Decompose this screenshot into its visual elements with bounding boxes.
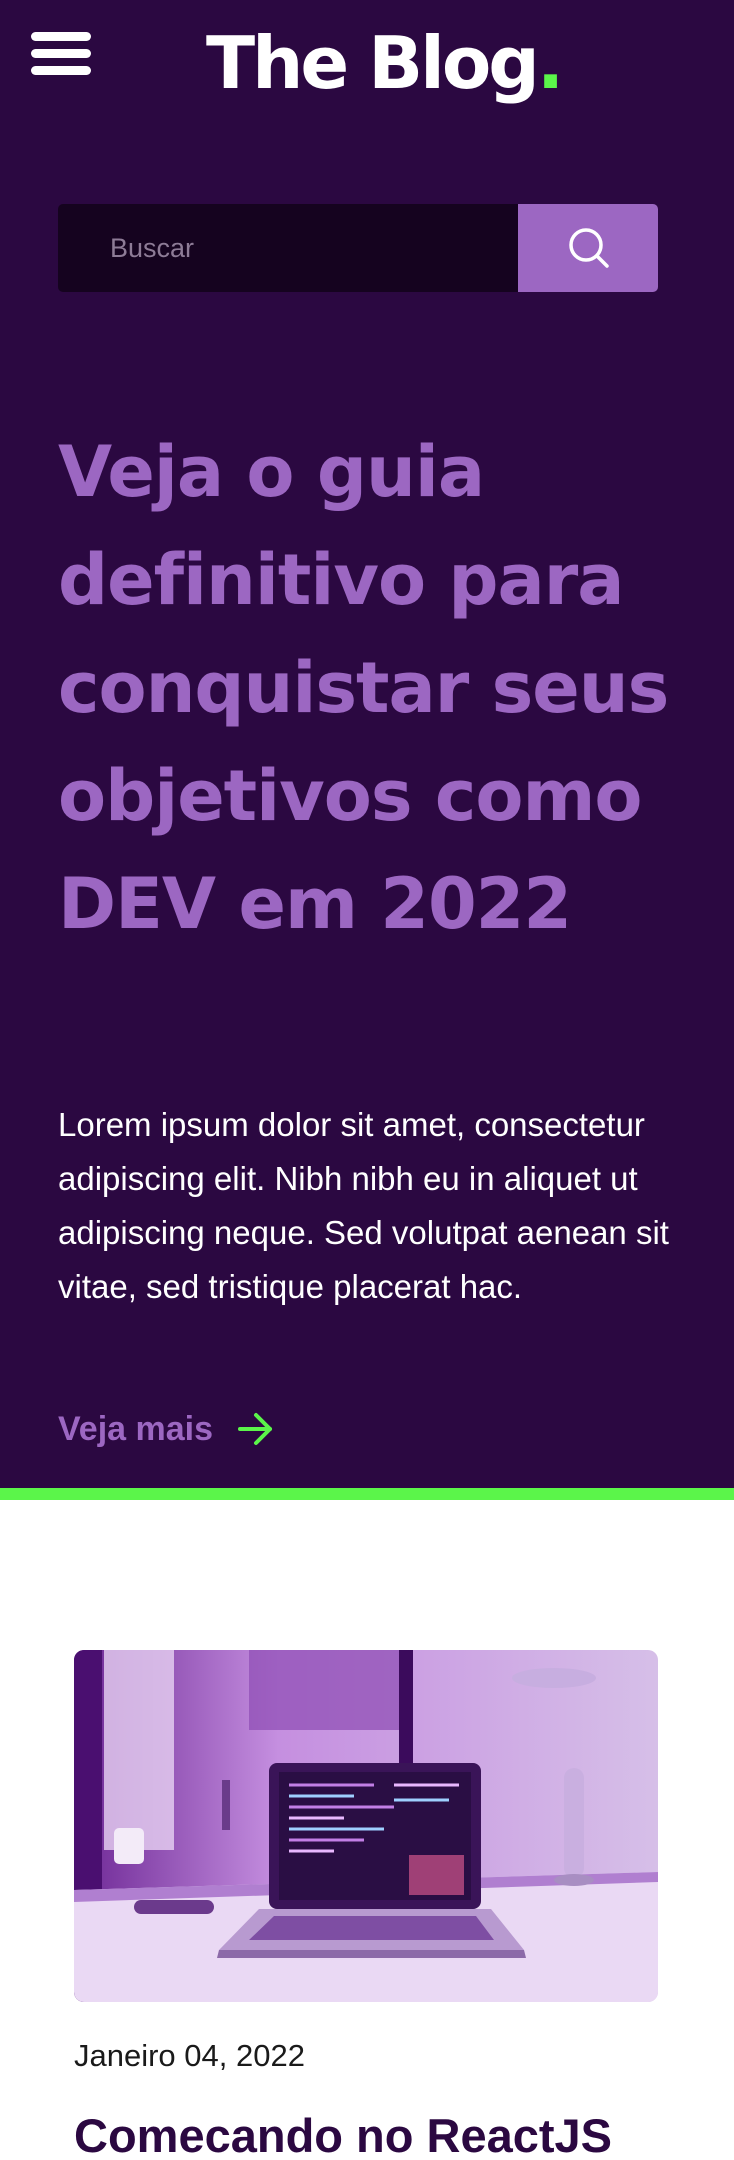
logo-text: The Blog [206, 21, 540, 105]
site-logo[interactable]: The Blog. [206, 18, 564, 108]
see-more-link[interactable]: Veja mais [58, 1400, 275, 1458]
logo-dot: . [536, 21, 564, 105]
see-more-label: Veja mais [58, 1409, 214, 1448]
menu-bar [31, 66, 91, 75]
post-date: Janeiro 04, 2022 [74, 2038, 305, 2073]
post-title[interactable]: Comecando no ReactJS [74, 2106, 612, 2160]
search-input[interactable] [58, 204, 518, 292]
hero-title: Veja o guia definitivo para conquistar s… [58, 431, 669, 945]
search-icon [569, 228, 609, 268]
laptop-desk-image[interactable] [74, 1650, 658, 2002]
menu-bar [31, 49, 91, 58]
search-button[interactable] [518, 204, 658, 292]
hamburger-menu-icon[interactable] [31, 32, 91, 76]
hero-section: The Blog. Veja o guia definitivo para co… [0, 0, 734, 1500]
menu-bar [31, 32, 91, 41]
hero-description: Lorem ipsum dolor sit amet, consectetur … [58, 1106, 669, 1305]
search-bar [58, 204, 658, 292]
arrow-right-icon [237, 1412, 275, 1446]
